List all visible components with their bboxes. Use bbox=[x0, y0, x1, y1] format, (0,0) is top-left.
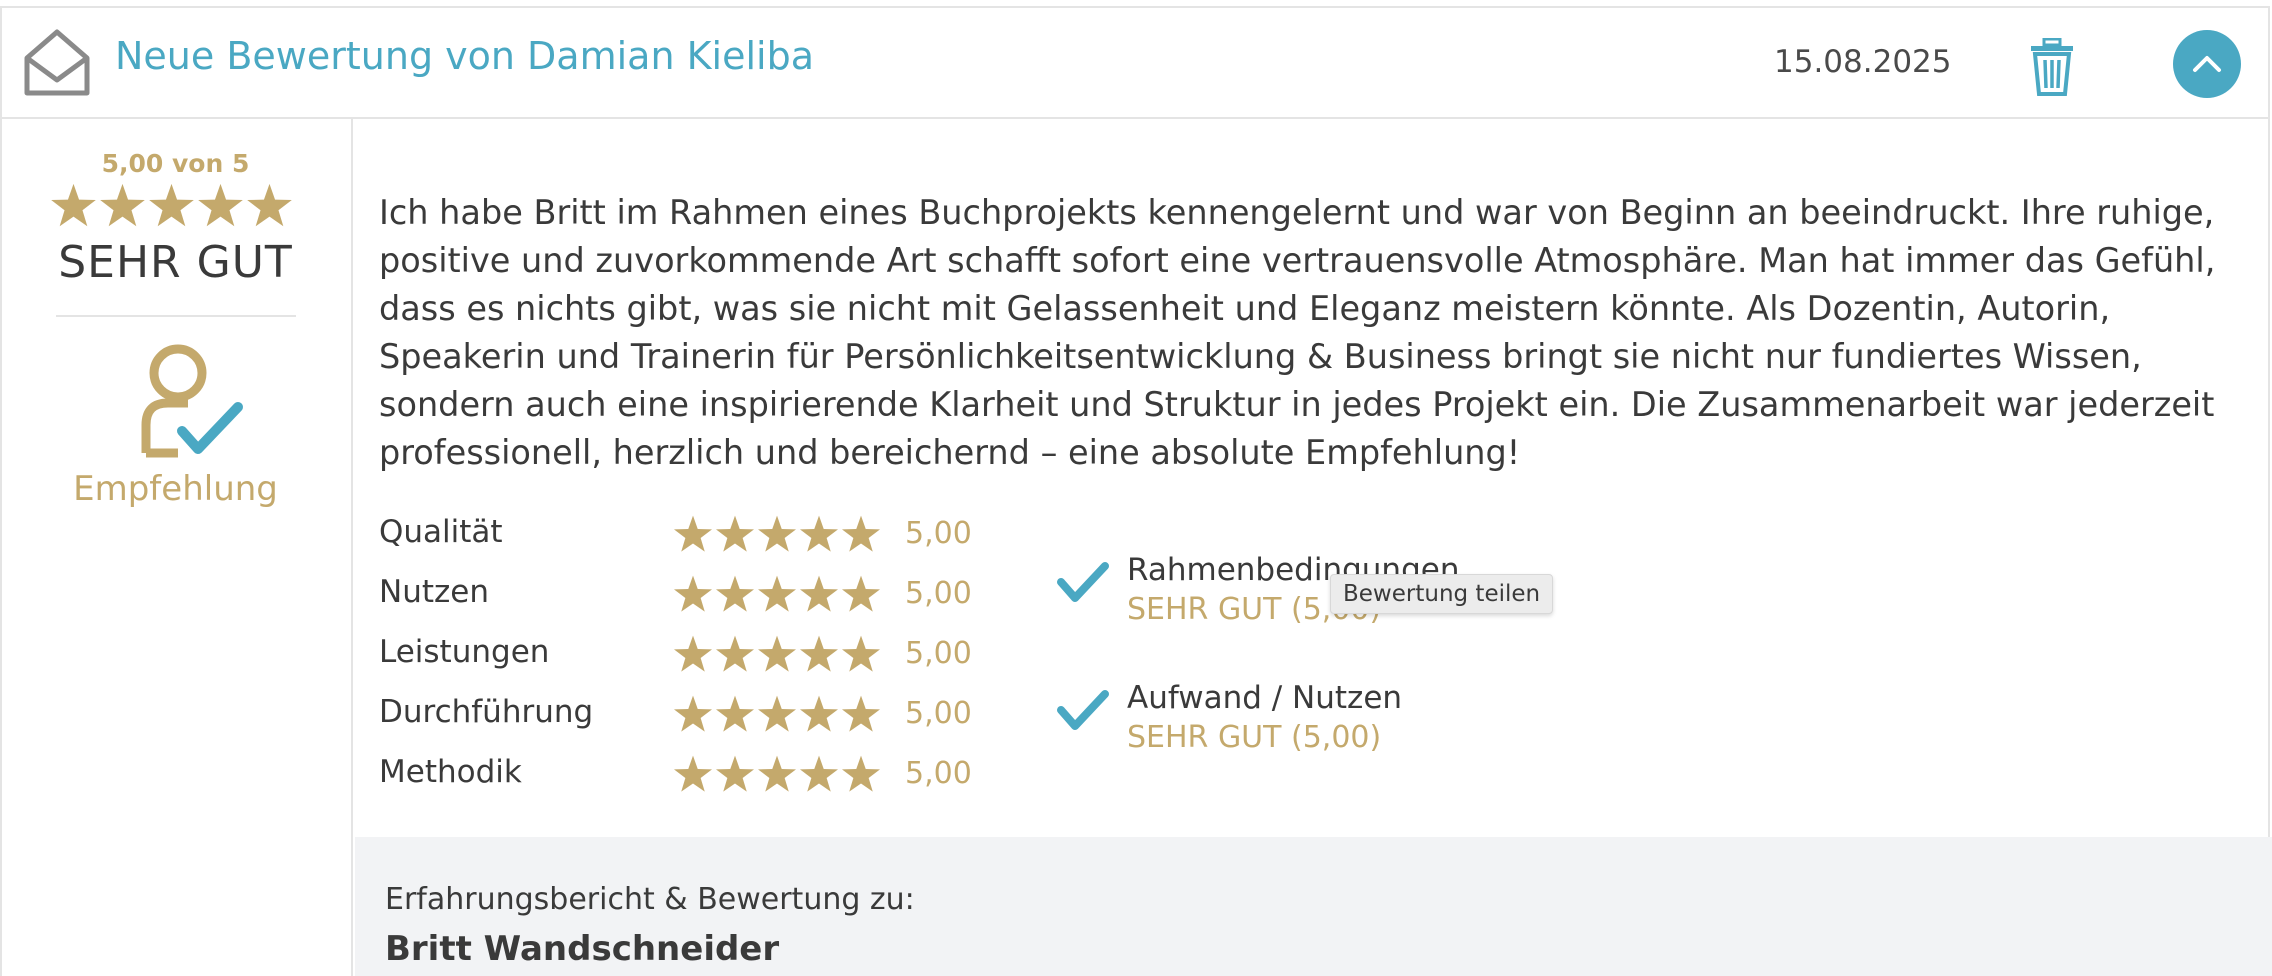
criteria-row: Nutzen 5,00 bbox=[379, 574, 979, 614]
criteria-name: Nutzen bbox=[379, 574, 489, 610]
criteria-name: Leistungen bbox=[379, 634, 550, 670]
chevron-up-icon bbox=[2193, 56, 2221, 72]
subject-label: Erfahrungsbericht & Bewertung zu: bbox=[385, 882, 915, 917]
recommend-user-check-icon bbox=[141, 344, 243, 458]
criteria-stars bbox=[673, 514, 881, 554]
star-icon bbox=[842, 575, 880, 612]
overall-score: 5,00 von 5 bbox=[101, 149, 250, 178]
overall-label: SEHR GUT bbox=[58, 237, 293, 288]
trash-icon[interactable] bbox=[2029, 38, 2075, 96]
review-title[interactable]: Neue Bewertung von Damian Kieliba bbox=[115, 34, 814, 78]
review-card: Neue Bewertung von Damian Kieliba 15.08.… bbox=[0, 6, 2272, 976]
star-icon bbox=[800, 515, 838, 552]
star-icon bbox=[842, 755, 880, 792]
criteria-value: 5,00 bbox=[905, 516, 972, 551]
criteria-row: Durchführung 5,00 bbox=[379, 694, 979, 734]
criteria-stars bbox=[673, 754, 881, 794]
star-icon bbox=[674, 515, 712, 552]
criteria-stars bbox=[673, 634, 881, 674]
star-icon bbox=[716, 755, 754, 792]
recommendation-label: Empfehlung bbox=[73, 469, 278, 509]
star-icon bbox=[800, 635, 838, 672]
subject-name[interactable]: Britt Wandschneider bbox=[385, 929, 779, 969]
star-icon bbox=[674, 635, 712, 672]
criteria-name: Qualität bbox=[379, 514, 503, 550]
star-icon bbox=[758, 755, 796, 792]
star-icon bbox=[842, 635, 880, 672]
condition-name: Aufwand / Nutzen bbox=[1127, 680, 1403, 716]
star-icon bbox=[51, 183, 96, 227]
star-icon bbox=[716, 575, 754, 612]
star-icon bbox=[800, 695, 838, 732]
star-icon bbox=[758, 515, 796, 552]
star-icon bbox=[674, 695, 712, 732]
collapse-button[interactable] bbox=[2173, 30, 2241, 98]
share-rating-tooltip: Bewertung teilen bbox=[1330, 574, 1554, 614]
review-date: 15.08.2025 bbox=[1774, 44, 1952, 80]
star-icon bbox=[247, 183, 292, 227]
overall-rating-panel: 5,00 von 5 SEHR GUT Empfehlung bbox=[2, 119, 353, 976]
overall-stars bbox=[50, 182, 293, 229]
star-icon bbox=[716, 515, 754, 552]
divider bbox=[56, 315, 296, 317]
star-icon bbox=[716, 695, 754, 732]
star-icon bbox=[198, 183, 243, 227]
star-icon bbox=[758, 635, 796, 672]
star-icon bbox=[800, 575, 838, 612]
criteria-row: Leistungen 5,00 bbox=[379, 634, 979, 674]
criteria-stars bbox=[673, 694, 881, 734]
review-subject-footer: Erfahrungsbericht & Bewertung zu: Britt … bbox=[355, 837, 2272, 976]
criteria-row: Methodik 5,00 bbox=[379, 754, 979, 794]
criteria-name: Methodik bbox=[379, 754, 522, 790]
criteria-name: Durchführung bbox=[379, 694, 594, 730]
star-icon bbox=[149, 183, 194, 227]
star-icon bbox=[674, 575, 712, 612]
review-header: Neue Bewertung von Damian Kieliba 15.08.… bbox=[2, 8, 2268, 119]
criteria-value: 5,00 bbox=[905, 576, 972, 611]
star-icon bbox=[674, 755, 712, 792]
star-icon bbox=[100, 183, 145, 227]
star-icon bbox=[716, 635, 754, 672]
check-icon bbox=[1057, 562, 1109, 602]
criteria-value: 5,00 bbox=[905, 756, 972, 791]
star-icon bbox=[758, 575, 796, 612]
criteria-row: Qualität 5,00 bbox=[379, 514, 979, 554]
criteria-value: 5,00 bbox=[905, 696, 972, 731]
star-icon bbox=[758, 695, 796, 732]
criteria-stars bbox=[673, 574, 881, 614]
star-icon bbox=[842, 695, 880, 732]
star-icon bbox=[842, 515, 880, 552]
check-icon bbox=[1057, 690, 1109, 730]
condition-value: SEHR GUT (5,00) bbox=[1127, 720, 1382, 755]
criteria-value: 5,00 bbox=[905, 636, 972, 671]
envelope-open-icon bbox=[24, 29, 90, 96]
review-text: Ich habe Britt im Rahmen eines Buchproje… bbox=[379, 193, 2216, 472]
star-icon bbox=[800, 755, 838, 792]
